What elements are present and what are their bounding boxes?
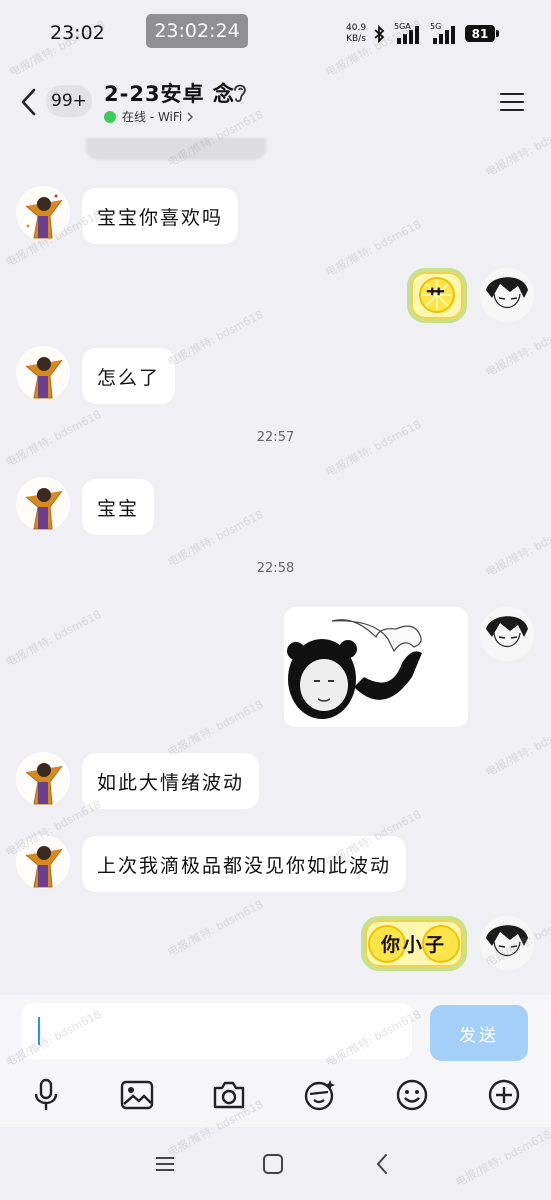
message-text: 艹 xyxy=(425,286,448,308)
my-avatar[interactable] xyxy=(480,916,534,970)
watermark-text: 电报/推特: bdsm618 xyxy=(165,897,266,960)
watermark-text: 电报/推特: bdsm618 xyxy=(483,717,551,780)
nav-back-icon[interactable] xyxy=(367,1149,397,1179)
sim1-signal-label: 5GA xyxy=(394,22,411,31)
my-avatar[interactable] xyxy=(480,607,534,661)
my-avatar[interactable] xyxy=(480,268,534,322)
status-clock: 23:02 xyxy=(50,22,105,44)
watermark-text: 电报/推特: bdsm618 xyxy=(165,697,266,760)
text-caret xyxy=(38,1017,40,1045)
chat-toolbar xyxy=(0,1065,551,1127)
panda-meme-sticker xyxy=(284,607,468,727)
message-bubble-incoming[interactable]: 宝宝 xyxy=(82,479,155,535)
contact-avatar[interactable] xyxy=(16,186,70,240)
microphone-icon[interactable] xyxy=(27,1076,65,1114)
contact-avatar-image xyxy=(16,835,70,889)
online-status-text: 在线 - WiFi xyxy=(122,110,183,124)
watermark-text: 电报/推特: bdsm618 xyxy=(3,607,104,670)
message-input-bar: 发送 xyxy=(0,995,551,1065)
sticker-message[interactable] xyxy=(284,607,468,727)
chat-title[interactable]: 2-23安卓 念 xyxy=(104,78,235,108)
message-bubble-outgoing[interactable]: 你小子 xyxy=(361,916,467,971)
earpiece-mode-icon[interactable] xyxy=(232,82,248,104)
network-speed: 40.9 KB/s xyxy=(346,23,366,45)
back-arrow-icon[interactable] xyxy=(18,86,42,118)
emoji-icon[interactable] xyxy=(393,1076,431,1114)
red-packet-icon[interactable] xyxy=(301,1076,339,1114)
pinned-tip-strip xyxy=(86,138,266,160)
contact-avatar-image xyxy=(16,346,70,400)
contact-avatar-image xyxy=(16,186,70,240)
sim2-signal-label: 5G xyxy=(430,22,442,31)
camera-icon[interactable] xyxy=(210,1076,248,1114)
plus-icon[interactable] xyxy=(485,1076,523,1114)
message-bubble-incoming[interactable]: 如此大情绪波动 xyxy=(82,753,260,809)
net-speed-value: 40.9 xyxy=(346,23,367,33)
home-icon[interactable] xyxy=(258,1149,288,1179)
contact-avatar[interactable] xyxy=(16,477,70,531)
watermark-text: 电报/推特: bdsm618 xyxy=(483,317,551,380)
chat-header: 99+ 2-23安卓 念 在线 - WiFi xyxy=(0,66,551,138)
message-bubble-outgoing[interactable]: 艹 xyxy=(407,268,467,323)
message-input[interactable] xyxy=(22,1003,412,1059)
battery-indicator: 81 xyxy=(465,25,499,42)
screen-record-timer: 23:02:24 xyxy=(146,14,248,48)
message-bubble-incoming[interactable]: 上次我滴极品都没见你如此波动 xyxy=(82,836,407,892)
menu-icon[interactable] xyxy=(498,91,528,113)
message-text: 你小子 xyxy=(380,934,447,956)
timestamp-separator: 22:57 xyxy=(256,430,295,445)
recent-apps-icon[interactable] xyxy=(150,1149,180,1179)
contact-avatar-image xyxy=(16,477,70,531)
online-dot-icon xyxy=(104,110,116,123)
my-avatar-image xyxy=(480,916,534,970)
sim2-signal: 5G xyxy=(430,22,460,50)
timestamp-separator: 22:58 xyxy=(256,561,295,576)
contact-avatar-image xyxy=(16,752,70,806)
contact-avatar[interactable] xyxy=(16,346,70,400)
status-bar: 23:02 23:02:24 40.9 KB/s 5GA 5G 81 xyxy=(0,0,551,66)
my-avatar-image xyxy=(480,607,534,661)
message-bubble-incoming[interactable]: 宝宝你喜欢吗 xyxy=(82,188,239,244)
chevron-right-icon xyxy=(187,112,194,121)
my-avatar-image xyxy=(480,268,534,322)
watermark-text: 电报/推特: bdsm618 xyxy=(165,307,266,370)
online-status[interactable]: 在线 - WiFi xyxy=(104,108,194,125)
sim1-signal: 5GA xyxy=(394,22,424,50)
contact-avatar[interactable] xyxy=(16,752,70,806)
send-button[interactable]: 发送 xyxy=(430,1005,528,1061)
unread-count-badge[interactable]: 99+ xyxy=(46,85,92,117)
watermark-text: 电报/推特: bdsm618 xyxy=(323,417,424,480)
net-speed-unit: KB/s xyxy=(346,34,366,44)
message-bubble-incoming[interactable]: 怎么了 xyxy=(82,348,176,404)
watermark-text: 电报/推特: bdsm618 xyxy=(323,217,424,280)
image-icon[interactable] xyxy=(118,1076,156,1114)
contact-avatar[interactable] xyxy=(16,835,70,889)
system-nav-bar xyxy=(0,1127,551,1200)
bluetooth-icon xyxy=(374,25,385,43)
